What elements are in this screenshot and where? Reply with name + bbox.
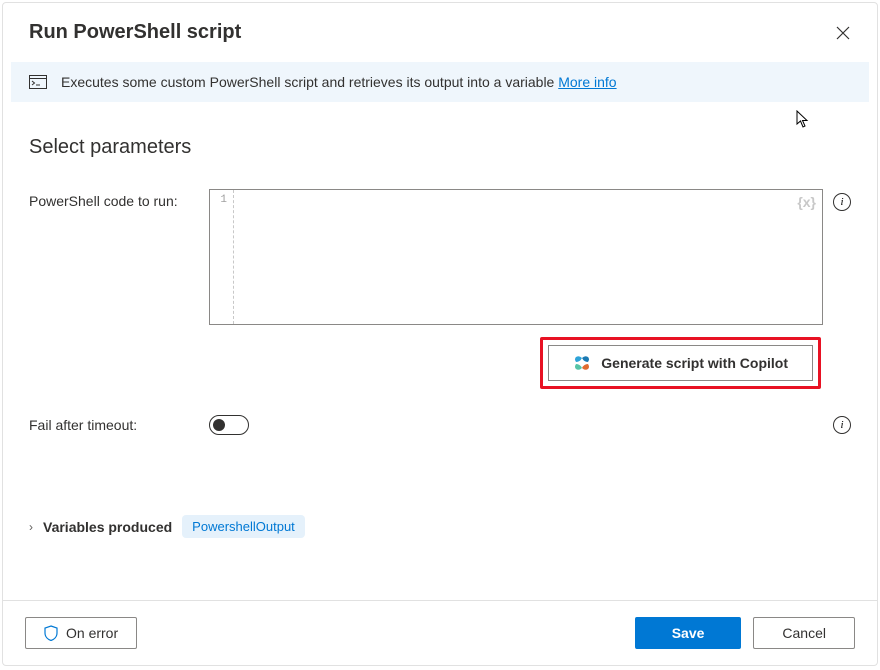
on-error-label: On error	[66, 625, 118, 641]
variable-chip[interactable]: PowershellOutput	[182, 515, 305, 538]
cursor-icon	[796, 110, 810, 133]
dialog-title: Run PowerShell script	[29, 21, 241, 44]
save-button[interactable]: Save	[635, 617, 742, 649]
toggle-knob	[213, 419, 225, 431]
line-number: 1	[210, 194, 227, 206]
info-icon[interactable]: i	[833, 416, 851, 434]
close-icon	[836, 26, 850, 40]
code-editor[interactable]: 1 {x}	[209, 189, 823, 325]
info-icon[interactable]: i	[833, 193, 851, 211]
shield-icon	[44, 625, 58, 641]
cancel-button[interactable]: Cancel	[753, 617, 855, 649]
on-error-button[interactable]: On error	[25, 617, 137, 649]
content-area: Select parameters PowerShell code to run…	[3, 102, 877, 600]
generate-copilot-button[interactable]: Generate script with Copilot	[548, 345, 813, 381]
code-textarea[interactable]	[234, 190, 822, 324]
variables-label: Variables produced	[43, 519, 172, 535]
copilot-wrap: Generate script with Copilot	[209, 337, 821, 389]
close-button[interactable]	[835, 25, 851, 41]
variables-row: › Variables produced PowershellOutput	[29, 515, 851, 538]
copilot-highlight: Generate script with Copilot	[540, 337, 821, 389]
info-banner: Executes some custom PowerShell script a…	[11, 62, 869, 102]
code-row: PowerShell code to run: 1 {x} i	[29, 189, 851, 325]
more-info-link[interactable]: More info	[558, 74, 616, 90]
dialog-header: Run PowerShell script	[3, 3, 877, 58]
section-title: Select parameters	[29, 136, 851, 159]
fail-timeout-toggle[interactable]	[209, 415, 249, 435]
fail-timeout-label: Fail after timeout:	[29, 417, 199, 433]
script-icon	[29, 75, 47, 89]
copilot-icon	[573, 354, 591, 372]
code-label: PowerShell code to run:	[29, 189, 199, 209]
dialog-container: Run PowerShell script Executes some cust…	[2, 2, 878, 666]
dialog-footer: On error Save Cancel	[3, 600, 877, 665]
chevron-right-icon[interactable]: ›	[29, 520, 33, 534]
editor-gutter: 1	[210, 190, 234, 324]
variable-insert-icon[interactable]: {x}	[797, 194, 816, 210]
fail-timeout-row: Fail after timeout: i	[29, 415, 851, 435]
copilot-button-label: Generate script with Copilot	[601, 355, 788, 371]
banner-text: Executes some custom PowerShell script a…	[61, 74, 617, 90]
